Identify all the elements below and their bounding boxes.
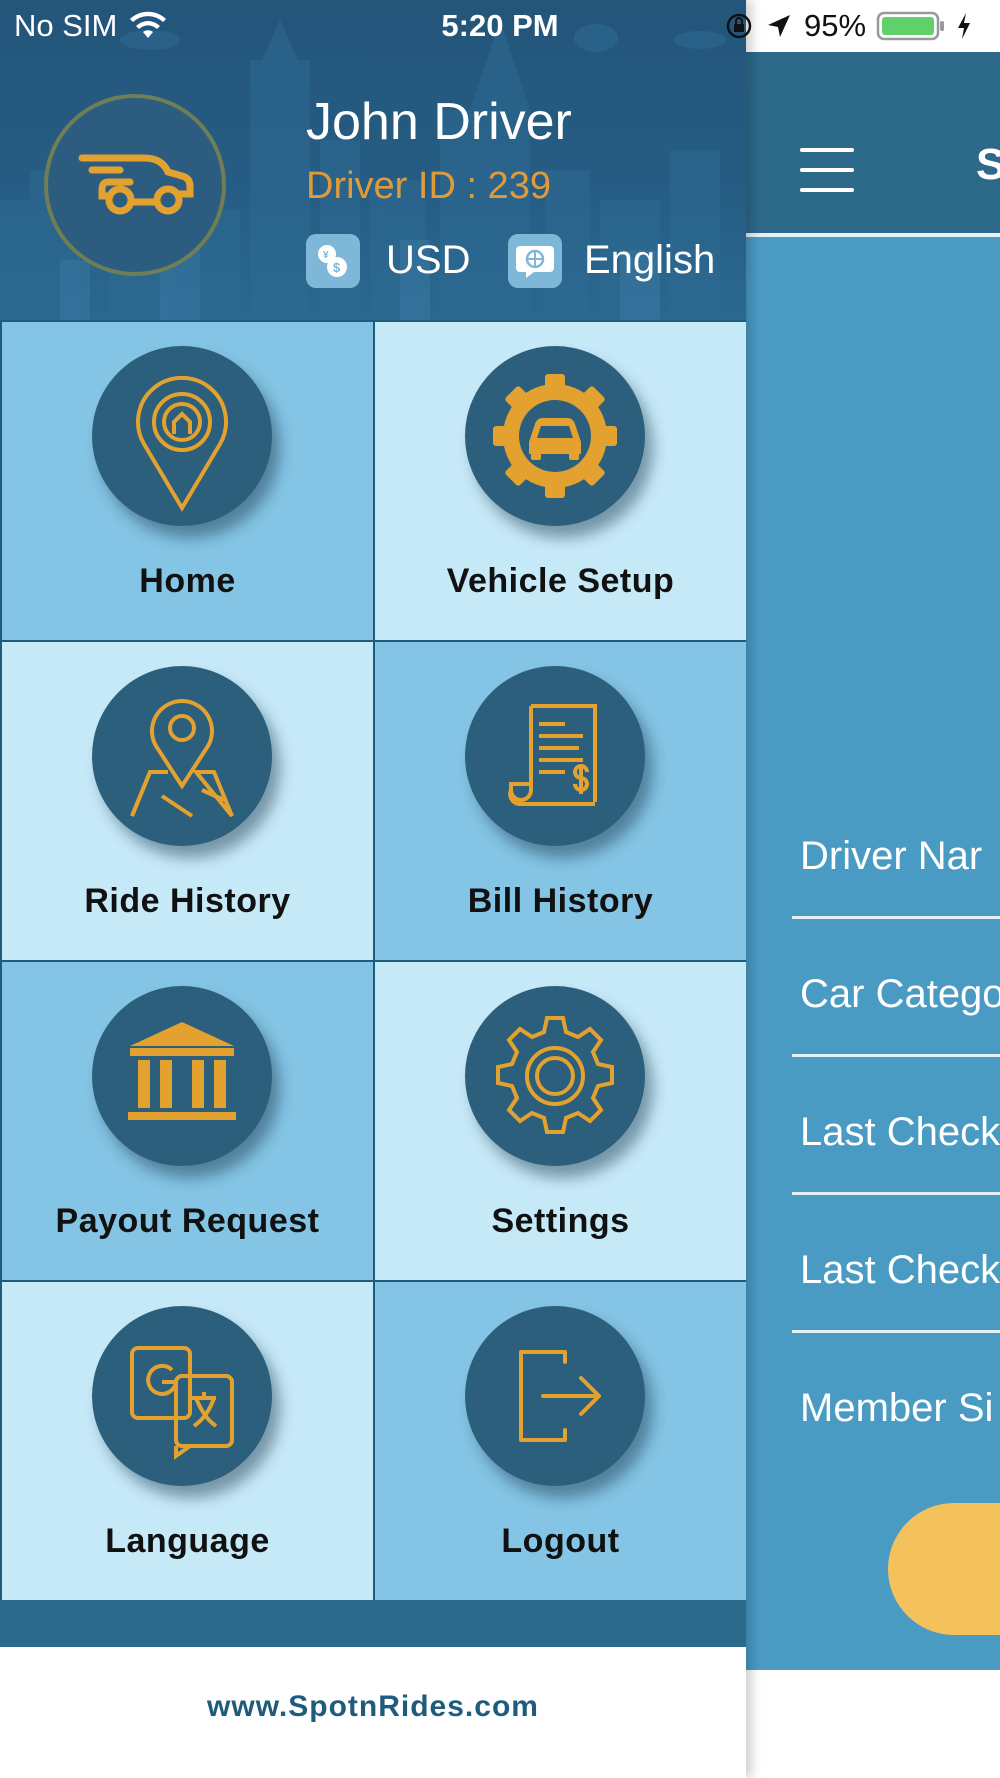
navigation-drawer: No SIM 5:20 PM John Driver Driver ID: 2… xyxy=(0,0,971,1778)
menu-item-payout-request[interactable]: Payout Request xyxy=(2,962,373,1280)
battery-icon xyxy=(876,11,945,41)
menu-label: Vehicle Setup xyxy=(446,562,675,600)
bank-icon xyxy=(92,986,272,1166)
rotation-lock-icon xyxy=(726,13,752,39)
menu-label: Bill History xyxy=(467,882,654,920)
main-header: S xyxy=(746,52,1000,237)
currency-label[interactable]: USD xyxy=(386,238,470,283)
field-last-check-1: Last Check xyxy=(770,1110,1000,1248)
car-gear-icon xyxy=(465,346,645,526)
receipt-icon xyxy=(465,666,645,846)
drawer-header: No SIM 5:20 PM John Driver Driver ID: 2… xyxy=(0,0,746,320)
drawer-bottom-bar xyxy=(0,1600,746,1647)
main-bottom-area xyxy=(746,1670,1000,1778)
main-screen: S Driver Nar Car Catego Last Check Last … xyxy=(746,0,1000,1778)
translate-icon xyxy=(92,1306,272,1486)
website-link[interactable]: www.SpotnRides.com xyxy=(0,1690,746,1724)
field-label: Last Check xyxy=(800,1110,1000,1154)
menu-label: Language xyxy=(105,1522,270,1560)
status-right-cluster: 95% xyxy=(724,8,972,44)
menu-item-vehicle-setup[interactable]: Vehicle Setup xyxy=(375,322,746,640)
main-body: Driver Nar Car Catego Last Check Last Ch… xyxy=(746,237,1000,1670)
map-pin-icon xyxy=(92,666,272,846)
menu-item-ride-history[interactable]: Ride History xyxy=(2,642,373,960)
language-label[interactable]: English xyxy=(584,238,715,283)
location-arrow-icon xyxy=(768,15,790,37)
svg-text:$: $ xyxy=(333,260,341,275)
field-label: Driver Nar xyxy=(800,834,983,878)
menu-label: Logout xyxy=(501,1522,620,1560)
field-last-check-2: Last Check xyxy=(770,1248,1000,1386)
field-label: Member Si xyxy=(800,1386,994,1430)
menu-label: Payout Request xyxy=(55,1202,320,1240)
menu-label: Settings xyxy=(491,1202,630,1240)
home-pin-icon xyxy=(92,346,272,526)
currency-icon[interactable]: $ ¥ xyxy=(306,234,360,288)
language-globe-icon[interactable] xyxy=(508,234,562,288)
menu-item-language[interactable]: Language xyxy=(2,1282,373,1600)
menu-label: Ride History xyxy=(84,882,291,920)
svg-text:¥: ¥ xyxy=(323,250,329,261)
driver-name: John Driver xyxy=(306,93,572,151)
menu-item-home[interactable]: Home xyxy=(2,322,373,640)
field-car-category: Car Catego xyxy=(770,972,1000,1110)
logout-icon xyxy=(465,1306,645,1486)
field-label: Car Catego xyxy=(800,972,1000,1016)
hamburger-menu-icon[interactable] xyxy=(800,148,856,198)
menu-item-logout[interactable]: Logout xyxy=(375,1282,746,1600)
driver-id: Driver ID : 239 xyxy=(306,165,551,207)
charging-bolt-icon xyxy=(958,13,971,39)
field-label: Last Check xyxy=(800,1248,1000,1292)
gear-icon xyxy=(465,986,645,1166)
menu-item-bill-history[interactable]: Bill History xyxy=(375,642,746,960)
car-logo-icon xyxy=(78,154,194,215)
menu-label: Home xyxy=(139,562,236,600)
avatar xyxy=(44,94,226,276)
field-driver-name: Driver Nar xyxy=(770,834,1000,972)
battery-percent: 95% xyxy=(804,8,867,43)
status-time: 5:20 PM xyxy=(441,8,559,43)
menu-grid: Home Vehicle Setup Ride History Bill His… xyxy=(0,320,746,1600)
main-title: S xyxy=(976,140,1000,189)
menu-item-settings[interactable]: Settings xyxy=(375,962,746,1280)
